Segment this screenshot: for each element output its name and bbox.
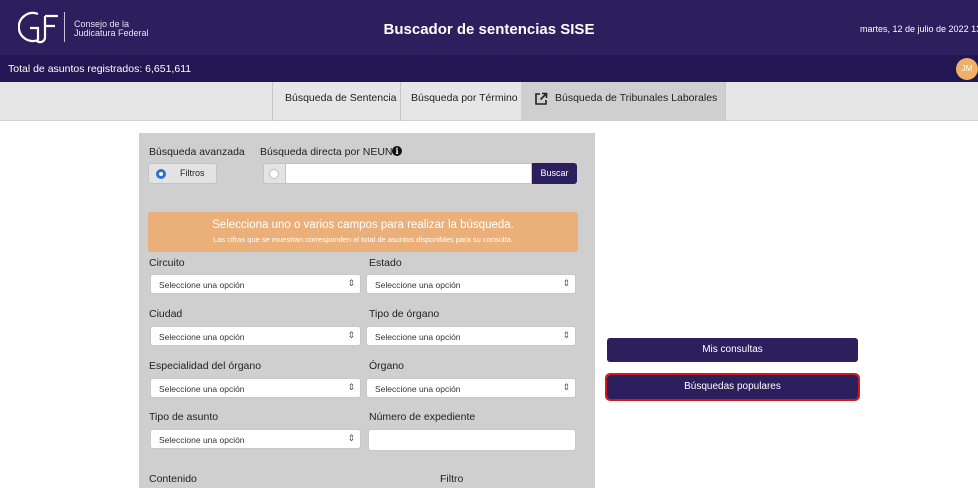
advanced-search-label: Búsqueda avanzada [149, 146, 245, 158]
current-date: martes, 12 de julio de 2022 13:20 [860, 24, 978, 34]
neun-radio[interactable] [263, 163, 285, 184]
especialidad-select[interactable]: Seleccione una opción ⇕ [150, 378, 361, 398]
circuito-label: Circuito [149, 257, 185, 269]
select-arrows-icon: ⇕ [347, 330, 355, 340]
select-arrows-icon: ⇕ [562, 382, 570, 392]
tab-tribunales-laborales[interactable]: Búsqueda de Tribunales Laborales [555, 92, 717, 131]
filters-radio[interactable]: Filtros [148, 163, 217, 184]
tab-busqueda-sentencia[interactable]: Búsqueda de Sentencia [285, 92, 397, 131]
tab-divider [272, 82, 273, 121]
banner-subtitle: Las cifras que se muestran corresponden … [213, 235, 513, 244]
estado-value: Seleccione una opción [375, 280, 461, 290]
tipo-asunto-value: Seleccione una opción [159, 435, 245, 445]
mis-consultas-button[interactable]: Mis consultas [607, 338, 858, 362]
filtro-label: Filtro [440, 473, 464, 485]
organo-value: Seleccione una opción [375, 384, 461, 394]
radio-selected-icon [156, 169, 166, 179]
external-link-icon [535, 92, 548, 105]
expediente-input[interactable] [368, 429, 576, 451]
estado-select[interactable]: Seleccione una opción ⇕ [366, 274, 576, 294]
tab-divider [400, 82, 401, 121]
banner-title: Selecciona uno o varios campos para real… [212, 219, 514, 231]
tab-bar: Búsqueda de Sentencia Búsqueda por Térmi… [0, 82, 978, 121]
app-title: Buscador de sentencias SISE [383, 21, 595, 38]
circuito-select[interactable]: Seleccione una opción ⇕ [150, 274, 361, 294]
select-arrows-icon: ⇕ [347, 382, 355, 392]
expediente-label: Número de expediente [369, 411, 476, 423]
filters-label: Filtros [180, 168, 205, 178]
select-arrows-icon: ⇕ [347, 278, 355, 288]
circuito-value: Seleccione una opción [159, 280, 245, 290]
select-arrows-icon: ⇕ [562, 330, 570, 340]
info-icon[interactable]: i [392, 146, 402, 156]
organo-select[interactable]: Seleccione una opción ⇕ [366, 378, 576, 398]
ciudad-select[interactable]: Seleccione una opción ⇕ [150, 326, 361, 346]
search-button[interactable]: Buscar [532, 163, 577, 184]
select-arrows-icon: ⇕ [562, 278, 570, 288]
estado-label: Estado [369, 257, 402, 269]
tipo-organo-select[interactable]: Seleccione una opción ⇕ [366, 326, 576, 346]
tipo-organo-value: Seleccione una opción [375, 332, 461, 342]
contenido-label: Contenido [149, 473, 197, 485]
tab-divider [725, 82, 726, 121]
direct-search-label: Búsqueda directa por NEUN [260, 146, 393, 158]
tipo-organo-label: Tipo de órgano [369, 308, 440, 320]
info-banner: Selecciona uno o varios campos para real… [148, 212, 578, 252]
tipo-asunto-label: Tipo de asunto [149, 411, 219, 423]
ciudad-value: Seleccione una opción [159, 332, 245, 342]
ciudad-label: Ciudad [149, 308, 183, 320]
radio-unselected-icon [269, 169, 279, 179]
busquedas-populares-button[interactable]: Búsquedas populares [605, 373, 860, 401]
especialidad-value: Seleccione una opción [159, 384, 245, 394]
neun-input[interactable] [285, 163, 532, 184]
especialidad-label: Especialidad del órgano [149, 360, 262, 372]
total-records: Total de asuntos registrados: 6,651,611 [8, 63, 192, 75]
tab-busqueda-termino[interactable]: Búsqueda por Término [411, 92, 518, 131]
tipo-asunto-select[interactable]: Seleccione una opción ⇕ [150, 429, 361, 449]
top-header: Consejo de la Judicatura Federal Buscado… [0, 0, 978, 55]
organo-label: Órgano [369, 360, 405, 372]
user-avatar[interactable]: JM [956, 58, 978, 80]
sub-header: Total de asuntos registrados: 6,651,611 … [0, 55, 978, 82]
select-arrows-icon: ⇕ [347, 433, 355, 443]
